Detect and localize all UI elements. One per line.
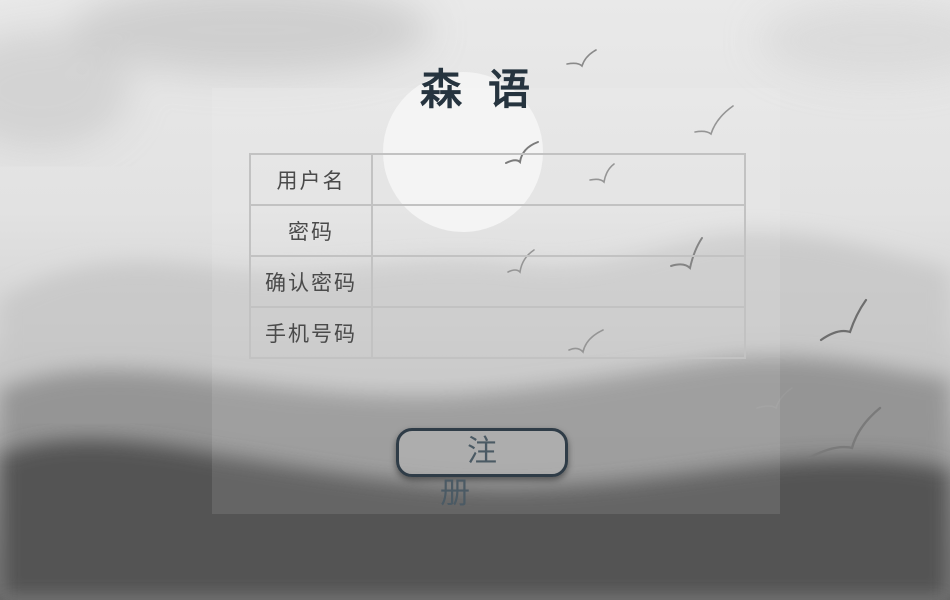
password-input[interactable] xyxy=(373,207,744,254)
form-row-confirm-password: 确认密码 xyxy=(249,255,746,308)
phone-input[interactable] xyxy=(373,309,744,356)
form-row-phone: 手机号码 xyxy=(249,306,746,359)
form-row-username: 用户名 xyxy=(249,153,746,206)
password-label: 密码 xyxy=(249,204,373,257)
confirm-password-label: 确认密码 xyxy=(249,255,373,308)
form-row-password: 密码 xyxy=(249,204,746,257)
app-title: 森语 xyxy=(419,65,556,114)
username-label: 用户名 xyxy=(249,153,373,206)
phone-label: 手机号码 xyxy=(249,306,373,359)
register-button[interactable]: 注册 xyxy=(396,428,568,511)
confirm-password-input[interactable] xyxy=(373,258,744,305)
register-form: 用户名 密码 确认密码 手机号码 xyxy=(249,153,746,359)
username-input[interactable] xyxy=(373,156,744,203)
register-page: 森语 用户名 密码 确认密码 手机号码 注册 xyxy=(0,0,950,600)
